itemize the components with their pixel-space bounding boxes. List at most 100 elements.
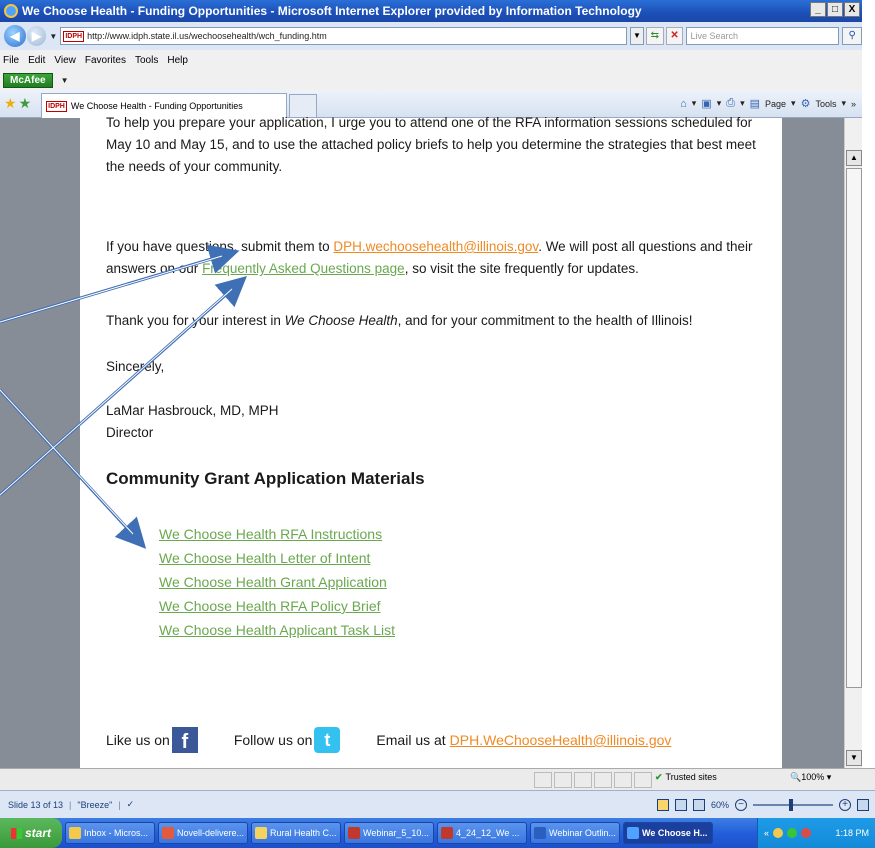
- zoom-level[interactable]: 🔍100% ▾: [790, 772, 831, 783]
- separator: |: [69, 799, 72, 810]
- link-grant-application[interactable]: We Choose Health Grant Application: [159, 570, 395, 594]
- home-dropdown-icon[interactable]: ▾: [692, 98, 697, 109]
- zoom-slider[interactable]: [753, 798, 833, 811]
- address-url[interactable]: http://www.idph.state.il.us/wechooseheal…: [87, 31, 327, 41]
- section-heading: Community Grant Application Materials: [106, 469, 425, 488]
- scroll-up-button[interactable]: ▲: [846, 150, 862, 166]
- refresh-button[interactable]: ⇆: [645, 27, 664, 45]
- closing-sincerely: Sincerely,: [106, 359, 165, 374]
- zoom-in-icon[interactable]: +: [839, 798, 851, 811]
- facebook-icon[interactable]: f: [171, 727, 198, 753]
- menu-file[interactable]: File: [3, 55, 19, 66]
- normal-view-button[interactable]: [656, 798, 669, 811]
- email-link[interactable]: DPH.wechoosehealth@illinois.gov: [333, 239, 538, 254]
- address-dropdown-icon[interactable]: ▼: [630, 27, 644, 45]
- link-rfa-instructions[interactable]: We Choose Health RFA Instructions: [159, 522, 395, 546]
- address-bar[interactable]: IDPH http://www.idph.state.il.us/wechoos…: [60, 27, 628, 45]
- status-cell-1: [534, 772, 552, 788]
- fit-window-button[interactable]: [857, 798, 869, 811]
- menu-edit[interactable]: Edit: [28, 55, 45, 66]
- maximize-button[interactable]: □: [827, 2, 843, 17]
- taskbar-label: Novell-delivere...: [177, 828, 245, 838]
- link-applicant-task-list[interactable]: We Choose Health Applicant Task List: [159, 618, 395, 642]
- chevron-more-icon[interactable]: »: [851, 99, 856, 109]
- signer-name: LaMar Hasbrouck, MD, MPH: [106, 403, 279, 418]
- page-menu[interactable]: Page: [765, 99, 786, 109]
- menu-view[interactable]: View: [54, 55, 76, 66]
- site-favicon-icon: IDPH: [63, 30, 85, 42]
- faq-link[interactable]: Frequently Asked Questions page: [202, 261, 405, 276]
- print-icon[interactable]: ⎙: [726, 97, 735, 110]
- link-letter-of-intent[interactable]: We Choose Health Letter of Intent: [159, 546, 395, 570]
- twitter-icon[interactable]: t: [314, 727, 341, 753]
- minimize-button[interactable]: _: [810, 2, 826, 17]
- mcafee-button[interactable]: McAfee: [3, 72, 53, 88]
- powerpoint-status-bar: Slide 13 of 13 | "Breeze" | ✓ 60% − +: [0, 790, 875, 818]
- page-right-margin: [782, 118, 844, 768]
- word-icon: [534, 827, 546, 839]
- powerpoint-icon: [441, 827, 453, 839]
- vertical-scrollbar[interactable]: ▲ ▼: [844, 118, 862, 768]
- follow-us-text: Follow us on: [233, 732, 313, 748]
- zoom-slider-knob[interactable]: [789, 798, 793, 811]
- history-dropdown-icon[interactable]: ▼: [49, 32, 57, 41]
- close-button[interactable]: X: [844, 2, 860, 17]
- link-rfa-policy-brief[interactable]: We Choose Health RFA Policy Brief: [159, 594, 395, 618]
- search-button[interactable]: ⚲: [842, 27, 862, 45]
- network-tray-icon[interactable]: [787, 828, 798, 838]
- zoom-out-icon[interactable]: −: [735, 798, 747, 811]
- tools-menu[interactable]: Tools: [815, 99, 836, 109]
- social-footer: Like us on f Follow us on t Email us at …: [106, 724, 776, 756]
- stop-button[interactable]: ✕: [665, 27, 684, 45]
- status-cell-6: [634, 772, 652, 788]
- taskbar-item-inbox[interactable]: Inbox - Micros...: [65, 822, 155, 844]
- window-title: We Choose Health - Funding Opportunities…: [22, 4, 642, 18]
- back-button[interactable]: ◀: [4, 25, 26, 47]
- taskbar-label: Webinar Outlin...: [549, 828, 616, 838]
- feeds-icon[interactable]: ▣: [701, 97, 711, 110]
- zoom-value: 100%: [801, 772, 825, 782]
- mcafee-toolbar: McAfee ▼: [0, 70, 862, 90]
- windows-flag-icon: [10, 827, 22, 839]
- slideshow-button[interactable]: [692, 798, 705, 811]
- security-zone[interactable]: ✔ Trusted sites: [655, 772, 717, 783]
- security-tray-icon[interactable]: [801, 828, 812, 838]
- spellcheck-icon[interactable]: ✓: [127, 799, 135, 810]
- favorites-star-icon[interactable]: ★: [4, 95, 17, 112]
- taskbar-item-we-choose-health[interactable]: We Choose H...: [623, 822, 713, 844]
- search-input[interactable]: Live Search: [686, 27, 840, 45]
- questions-text-1: If you have questions, submit them to: [106, 239, 334, 254]
- status-cell-5: [614, 772, 632, 788]
- mcafee-dropdown-icon[interactable]: ▼: [61, 76, 69, 85]
- print-dropdown-icon[interactable]: ▾: [740, 98, 745, 109]
- taskbar-item-webinar-outline[interactable]: Webinar Outlin...: [530, 822, 620, 844]
- home-icon[interactable]: ⌂: [680, 98, 687, 110]
- address-toolbar: ◀ ▶ ▼ IDPH http://www.idph.state.il.us/w…: [0, 22, 862, 50]
- feeds-dropdown-icon[interactable]: ▾: [717, 98, 722, 109]
- screen: We Choose Health - Funding Opportunities…: [0, 0, 875, 848]
- questions-text-3: , so visit the site frequently for updat…: [404, 261, 639, 276]
- footer-email-link[interactable]: DPH.WeChooseHealth@illinois.gov: [450, 729, 672, 751]
- scroll-down-button[interactable]: ▼: [846, 750, 862, 766]
- taskbar-item-4-24-12[interactable]: 4_24_12_We ...: [437, 822, 527, 844]
- paragraph-thank-you: Thank you for your interest in We Choose…: [106, 310, 776, 332]
- mail-tray-icon[interactable]: [773, 828, 784, 838]
- slide-sorter-button[interactable]: [674, 798, 687, 811]
- menu-help[interactable]: Help: [167, 55, 188, 66]
- menu-favorites[interactable]: Favorites: [85, 55, 126, 66]
- forward-button[interactable]: ▶: [26, 26, 47, 46]
- taskbar-item-rural-health[interactable]: Rural Health C...: [251, 822, 341, 844]
- tray-expand-icon[interactable]: «: [764, 828, 769, 838]
- page-dropdown-icon[interactable]: ▾: [791, 98, 796, 109]
- taskbar-label: Webinar_5_10...: [363, 828, 429, 838]
- email-us-text: Email us at: [376, 732, 446, 748]
- add-favorite-icon[interactable]: ★: [19, 95, 32, 112]
- tab-favicon-icon: IDPH: [46, 100, 67, 112]
- menu-tools[interactable]: Tools: [135, 55, 158, 66]
- start-button[interactable]: start: [0, 818, 62, 848]
- taskbar-item-novell[interactable]: Novell-delivere...: [158, 822, 248, 844]
- tools-dropdown-icon[interactable]: ▾: [841, 98, 846, 109]
- taskbar-item-webinar-5-10[interactable]: Webinar_5_10...: [344, 822, 434, 844]
- paragraph-rfa-sessions: To help you prepare your application, I …: [106, 115, 756, 174]
- scroll-thumb[interactable]: [846, 168, 862, 688]
